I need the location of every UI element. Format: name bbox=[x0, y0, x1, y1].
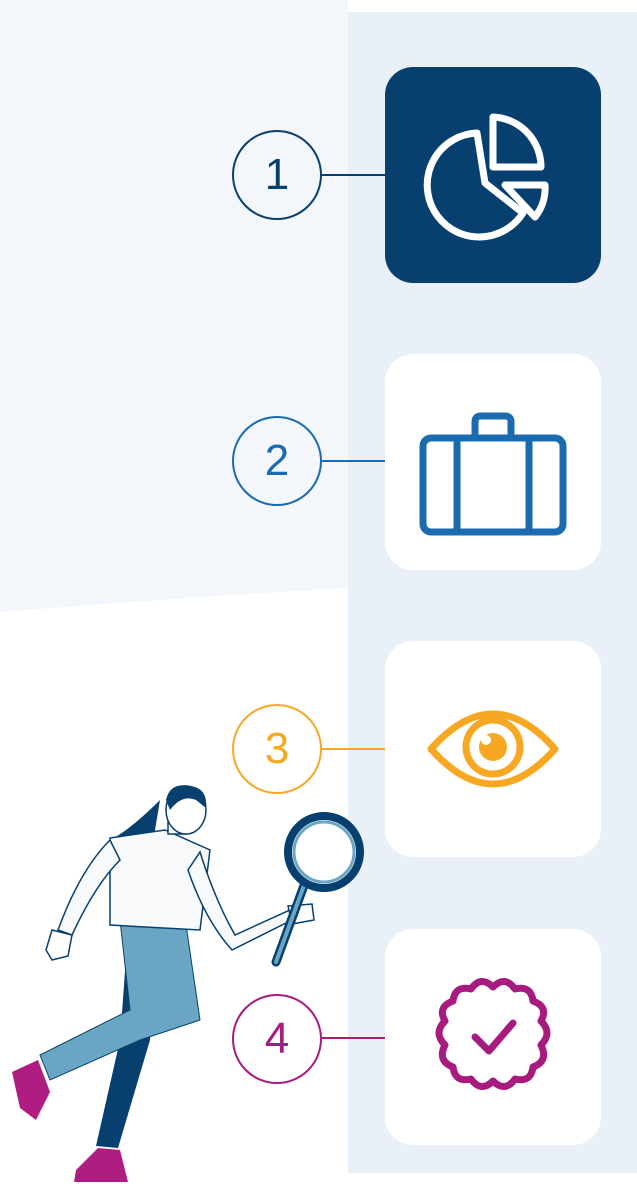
woman-with-magnifier-illustration bbox=[12, 785, 364, 1182]
verified-badge-icon bbox=[435, 978, 551, 1090]
step-1-card[interactable] bbox=[385, 67, 601, 283]
step-3-card[interactable] bbox=[385, 641, 601, 857]
step-1-connector bbox=[322, 174, 388, 176]
step-3-label: 3 bbox=[264, 724, 290, 773]
step-2-label: 2 bbox=[264, 436, 290, 485]
step-1-number: 1 bbox=[232, 130, 322, 220]
pie-chart-icon bbox=[423, 113, 549, 241]
step-1-label: 1 bbox=[264, 150, 290, 199]
step-4-card[interactable] bbox=[385, 929, 601, 1145]
step-3-connector bbox=[322, 748, 388, 750]
briefcase-icon bbox=[419, 412, 567, 536]
eye-icon bbox=[427, 710, 559, 788]
step-2-card[interactable] bbox=[385, 354, 601, 570]
step-2-number: 2 bbox=[232, 416, 322, 506]
step-2-connector bbox=[322, 460, 388, 462]
